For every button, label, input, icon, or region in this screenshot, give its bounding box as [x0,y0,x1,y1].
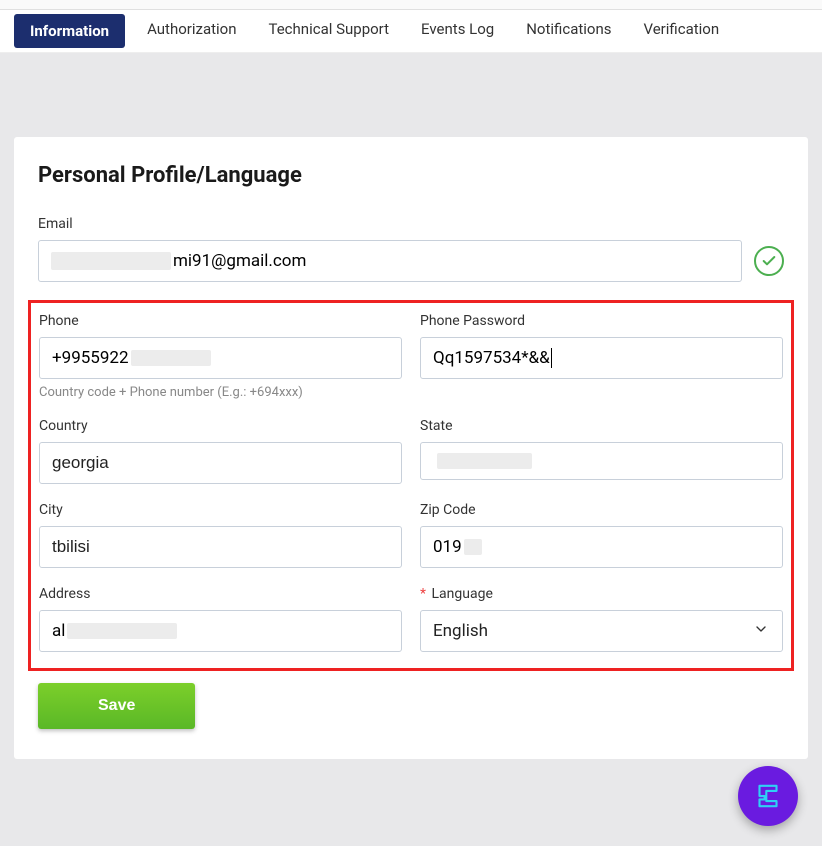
redacted-mask [131,350,211,366]
phone-password-field[interactable]: Qq1597534*&& [420,337,783,379]
redacted-mask [464,539,482,555]
address-field[interactable]: al [39,610,402,652]
address-label: Address [39,586,402,602]
redacted-mask [67,623,177,639]
email-label: Email [38,216,784,232]
zip-field[interactable]: 019 [420,526,783,568]
redacted-mask [437,453,532,469]
save-button[interactable]: Save [38,683,195,729]
page-title: Personal Profile/Language [38,163,784,188]
tab-technical-support[interactable]: Technical Support [253,10,406,52]
tab-events-log[interactable]: Events Log [405,10,510,52]
phone-label: Phone [39,313,402,329]
phone-password-label: Phone Password [420,313,783,329]
city-field[interactable] [39,526,402,568]
highlighted-section: Phone +9955922 Country code + Phone numb… [28,300,794,671]
tab-notifications[interactable]: Notifications [510,10,627,52]
address-value: al [52,621,65,641]
support-logo-icon [751,779,785,813]
text-cursor [551,348,552,368]
required-marker: * [420,586,426,602]
country-field[interactable] [39,442,402,484]
support-fab[interactable] [738,766,798,826]
tab-authorization[interactable]: Authorization [131,10,252,52]
state-field[interactable] [420,442,783,480]
verified-check-icon [754,246,784,276]
email-field[interactable]: mi91@gmail.com [38,240,742,282]
language-label: * Language [420,586,783,602]
profile-card: Personal Profile/Language Email mi91@gma… [14,137,808,759]
phone-field[interactable]: +9955922 [39,337,402,379]
zip-value: 019 [433,537,462,557]
state-label: State [420,418,783,434]
language-value: English [433,621,488,641]
email-value: mi91@gmail.com [173,251,306,271]
tab-verification[interactable]: Verification [628,10,736,52]
top-strip [0,0,822,10]
tab-information[interactable]: Information [14,14,125,48]
tab-bar: Information Authorization Technical Supp… [0,10,822,53]
phone-password-value: Qq1597534*&& [433,348,550,368]
phone-hint: Country code + Phone number (E.g.: +694x… [39,385,402,400]
redacted-mask [51,252,171,270]
country-label: Country [39,418,402,434]
zip-label: Zip Code [420,502,783,518]
city-label: City [39,502,402,518]
phone-value: +9955922 [52,348,129,368]
language-select[interactable]: English [420,610,783,652]
